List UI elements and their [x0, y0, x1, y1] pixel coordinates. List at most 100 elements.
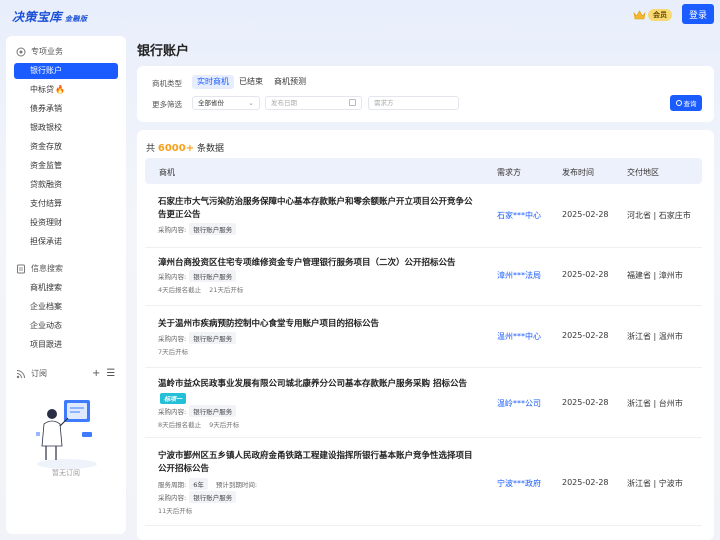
- list-icon[interactable]: ☰: [106, 368, 115, 379]
- chevron-down-icon: ⌄: [248, 99, 254, 107]
- category-chip: 银行账户服务: [189, 270, 237, 282]
- row-buyer[interactable]: 石家***中心: [497, 210, 541, 221]
- type-label: 商机类型: [152, 79, 182, 88]
- sidebar-item-label: 银行账户: [30, 66, 62, 75]
- meta-label: 采购内容:: [158, 408, 187, 416]
- section-special-business: 专项业务: [16, 46, 63, 57]
- section-info-search: 信息搜索: [16, 263, 63, 274]
- sidebar-item-fund-deposit[interactable]: 资金存放: [14, 139, 118, 155]
- sidebar-item-investment[interactable]: 投资理财: [14, 215, 118, 231]
- logo-text: 决策宝库: [12, 10, 63, 24]
- count-suffix: 条数据: [196, 144, 224, 154]
- row-date: 2025-02-28: [562, 478, 609, 487]
- row-title[interactable]: 关于温州市疾病预防控制中心食堂专用账户项目的招标公告: [158, 318, 478, 331]
- lot-badge: 标项一: [160, 393, 187, 404]
- add-icon[interactable]: +: [92, 368, 100, 379]
- table-row[interactable]: 温岭市益众民政事业发展有限公司城北康养分公司基本存款账户服务采购 招标公告 标项…: [145, 368, 702, 438]
- note: 11天后开标: [158, 507, 193, 515]
- row-date: 2025-02-28: [562, 270, 609, 279]
- vip-badge[interactable]: 会员: [633, 9, 672, 21]
- column-header-region: 交付地区: [627, 168, 659, 177]
- row-buyer[interactable]: 温州***中心: [497, 331, 541, 342]
- table-row[interactable]: 宁波市鄞州区五乡镇人民政府金甬铁路工程建设指挥所银行基本账户竞争性选择项目公开招…: [145, 438, 702, 526]
- category-chip: 银行账户服务: [189, 491, 237, 503]
- date-input[interactable]: 发布日期: [265, 96, 362, 110]
- row-title[interactable]: 宁波市鄞州区五乡镇人民政府金甬铁路工程建设指挥所银行基本账户竞争性选择项目公开招…: [158, 450, 478, 476]
- column-header-buyer: 需求方: [497, 168, 521, 177]
- sidebar-item-label: 资金监管: [30, 161, 62, 170]
- table-row[interactable]: 漳州台商投资区住宅专项维修资金专户管理银行服务项目（二次）公开招标公告 采购内容…: [145, 248, 702, 306]
- sidebar: 专项业务 银行账户 中标贷🔥 债券承销 银政银校 资金存放 资金监管 贷款融资 …: [6, 36, 126, 534]
- sidebar-item-fund-supervision[interactable]: 资金监管: [14, 158, 118, 174]
- top-bar: 决策宝库 金融版 会员 登录: [0, 0, 720, 30]
- row-notes: 8天后报名截止 9天后开标: [158, 419, 247, 429]
- search-button[interactable]: 查询: [670, 95, 702, 111]
- sidebar-item-label: 债券承销: [30, 104, 62, 113]
- row-notes: 4天后报名截止 21天后开标: [158, 284, 251, 294]
- sidebar-item-company-profile[interactable]: 企业档案: [14, 299, 118, 315]
- row-date: 2025-02-28: [562, 210, 609, 219]
- category-chip: 银行账户服务: [189, 332, 237, 344]
- sidebar-item-label: 支付结算: [30, 199, 62, 208]
- sidebar-item-bond-underwriting[interactable]: 债券承销: [14, 101, 118, 117]
- sidebar-item-project-tracking[interactable]: 项目跟进: [14, 337, 118, 353]
- note: 8天后报名截止: [158, 421, 202, 429]
- meta-label: 采购内容:: [158, 226, 187, 234]
- row-region: 河北省 | 石家庄市: [627, 211, 691, 220]
- table-row[interactable]: 关于温州市疾病预防控制中心食堂专用账户项目的招标公告 采购内容: 银行账户服务 7…: [145, 306, 702, 368]
- sidebar-item-label: 企业动态: [30, 321, 62, 330]
- row-title[interactable]: 温岭市益众民政事业发展有限公司城北康养分公司基本存款账户服务采购 招标公告: [158, 378, 478, 391]
- row-region: 浙江省 | 宁波市: [627, 479, 683, 488]
- row-date: 2025-02-28: [562, 398, 609, 407]
- sidebar-item-label: 商机搜索: [30, 283, 62, 292]
- table-row[interactable]: 石家庄市大气污染防治服务保障中心基本存款账户和零余额账户开立项目公开竞争公告更正…: [145, 188, 702, 248]
- logo[interactable]: 决策宝库 金融版: [12, 8, 88, 25]
- row-meta: 采购内容: 银行账户服务: [158, 270, 237, 282]
- sidebar-item-payment-settlement[interactable]: 支付结算: [14, 196, 118, 212]
- row-meta: 采购内容: 银行账户服务: [158, 223, 237, 235]
- row-title[interactable]: 漳州台商投资区住宅专项维修资金专户管理银行服务项目（二次）公开招标公告: [158, 257, 478, 270]
- table-header: 商机 需求方 发布时间 交付地区: [145, 158, 702, 184]
- row-meta: 采购内容: 银行账户服务: [158, 491, 237, 503]
- sidebar-item-bid-loan[interactable]: 中标贷🔥: [14, 82, 118, 98]
- row-buyer[interactable]: 温岭***公司: [497, 398, 541, 409]
- tab-ended[interactable]: 已结束: [234, 75, 268, 89]
- calendar-icon: [349, 99, 356, 106]
- sidebar-item-loan-financing[interactable]: 贷款融资: [14, 177, 118, 193]
- sidebar-item-label: 企业档案: [30, 302, 62, 311]
- row-region: 浙江省 | 温州市: [627, 332, 683, 341]
- category-chip: 银行账户服务: [189, 405, 237, 417]
- tab-realtime[interactable]: 实时商机: [192, 75, 234, 89]
- fire-icon: 🔥: [55, 85, 65, 94]
- buyer-placeholder: 需求方: [374, 99, 394, 107]
- category-chip: 银行账户服务: [189, 223, 237, 235]
- note: 9天后开标: [209, 421, 240, 429]
- section-label: 专项业务: [31, 47, 63, 56]
- search-icon: [675, 100, 682, 106]
- document-icon: [17, 264, 25, 273]
- buyer-input[interactable]: 需求方: [368, 96, 459, 110]
- sidebar-item-label: 担保承诺: [30, 237, 62, 246]
- empty-subscription-text: 暂无订阅: [52, 469, 80, 477]
- row-meta: 采购内容: 银行账户服务: [158, 405, 237, 417]
- sidebar-item-bank-account[interactable]: 银行账户: [14, 63, 118, 79]
- province-select[interactable]: 全部省份 ⌄: [192, 96, 260, 110]
- column-header-date: 发布时间: [562, 168, 594, 177]
- tab-forecast[interactable]: 商机预测: [269, 75, 311, 89]
- section-label: 订阅: [31, 369, 47, 378]
- row-buyer[interactable]: 宁波***政府: [497, 478, 541, 489]
- login-button[interactable]: 登录: [682, 4, 714, 24]
- note: 4天后报名截止: [158, 286, 202, 294]
- sidebar-item-opportunity-search[interactable]: 商机搜索: [14, 280, 118, 296]
- page-title: 银行账户: [137, 44, 190, 59]
- section-subscription: 订阅: [16, 368, 47, 379]
- sidebar-item-guarantee[interactable]: 担保承诺: [14, 234, 118, 250]
- row-title[interactable]: 石家庄市大气污染防治服务保障中心基本存款账户和零余额账户开立项目公开竞争公告更正…: [158, 196, 478, 222]
- province-value: 全部省份: [198, 99, 224, 107]
- sidebar-item-company-news[interactable]: 企业动态: [14, 318, 118, 334]
- row-meta: 采购内容: 银行账户服务: [158, 332, 237, 344]
- sidebar-item-label: 资金存放: [30, 142, 62, 151]
- row-buyer[interactable]: 漳州***法局: [497, 270, 541, 281]
- sidebar-item-bank-gov-school[interactable]: 银政银校: [14, 120, 118, 136]
- vip-label: 会员: [648, 9, 672, 21]
